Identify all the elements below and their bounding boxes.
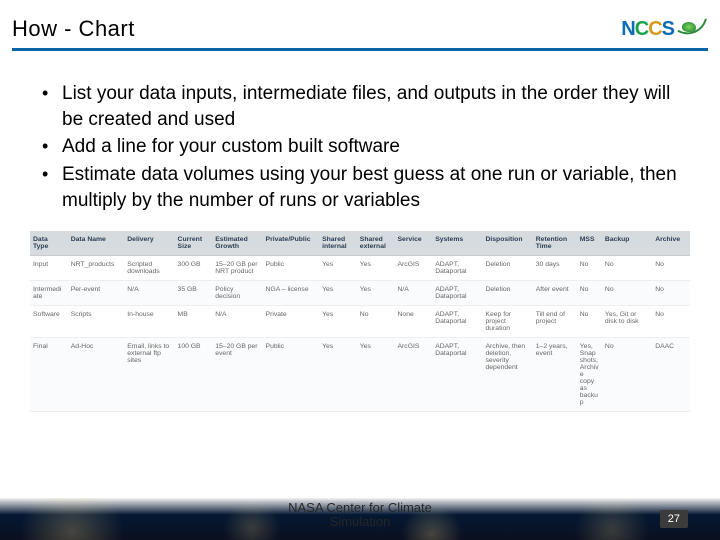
table-cell: No [577,306,602,338]
logo-globe-icon [678,16,708,42]
slide-footer: NASA Center for Climate Simulation 27 [0,498,720,540]
table-cell: N/A [124,281,174,306]
nccs-logo: NCCS [621,16,708,42]
table-cell: Intermediate [30,281,68,306]
col-header: Retention Time [533,231,577,256]
table-cell: Email, links to external ftp sites [124,338,174,412]
table-cell: Archive, then deletion, severity depende… [482,338,532,412]
table-cell: Yes, Git or disk to disk [602,306,652,338]
table-cell: Deletion [482,256,532,281]
table-cell: Public [263,338,320,412]
table-cell: ADAPT, Dataportal [432,306,482,338]
col-header: Delivery [124,231,174,256]
list-item: Estimate data volumes using your best gu… [36,162,684,213]
list-item: Add a line for your custom built softwar… [36,134,684,160]
table-row: FinalAd-HocEmail, links to external ftp … [30,338,690,412]
table-cell: 35 GB [175,281,213,306]
table-cell: No [602,338,652,412]
table-cell: Keep for project duration [482,306,532,338]
table-cell: Yes, Snapshots, Archive copy as backup [577,338,602,412]
table-cell: 300 GB [175,256,213,281]
footer-org: NASA Center for Climate Simulation [282,501,438,530]
table-cell: Deletion [482,281,532,306]
list-item: List your data inputs, intermediate file… [36,81,684,132]
table-cell: Final [30,338,68,412]
table-cell: N/A [212,306,262,338]
table-cell: No [577,256,602,281]
slide-header: How - Chart NCCS [0,0,720,48]
col-header: Service [395,231,433,256]
table-cell: 15–20 GB per event [212,338,262,412]
table-cell: N/A [395,281,433,306]
col-header: Shared internal [319,231,357,256]
data-table: Data Type Data Name Delivery Current Siz… [30,231,690,412]
table-cell: MB [175,306,213,338]
table-header-row: Data Type Data Name Delivery Current Siz… [30,231,690,256]
table-cell: NGA – license [263,281,320,306]
table-cell: Per-event [68,281,125,306]
logo-text: NCCS [621,18,674,41]
table-cell: ADAPT, Dataportal [432,256,482,281]
table-cell: Yes [357,256,395,281]
table-cell: ArcGIS [395,256,433,281]
table-cell: Till end of project [533,306,577,338]
table-cell: Scripts [68,306,125,338]
col-header: Private/Public [263,231,320,256]
table-cell: Public [263,256,320,281]
table-row: InputNRT_productsScripted downloads300 G… [30,256,690,281]
table-cell: No [652,281,690,306]
table-cell: Yes [319,281,357,306]
table-cell: DAAC [652,338,690,412]
table-cell: Yes [357,281,395,306]
table-cell: In-house [124,306,174,338]
table-cell: Yes [319,338,357,412]
table-cell: ArcGIS [395,338,433,412]
table-cell: 30 days [533,256,577,281]
slide: How - Chart NCCS List your data inputs, … [0,0,720,540]
table-cell: No [357,306,395,338]
col-header: MSS [577,231,602,256]
table-cell: No [602,256,652,281]
data-table-wrap: Data Type Data Name Delivery Current Siz… [0,223,720,416]
col-header: Disposition [482,231,532,256]
table-cell: Yes [319,256,357,281]
col-header: Backup [602,231,652,256]
table-cell: ADAPT, Dataportal [432,338,482,412]
table-cell: ADAPT, Dataportal [432,281,482,306]
table-cell: None [395,306,433,338]
table-row: IntermediatePer-eventN/A35 GBPolicy deci… [30,281,690,306]
table-cell: No [602,281,652,306]
bullet-list: List your data inputs, intermediate file… [0,51,720,223]
table-cell: 1–2 years, event [533,338,577,412]
col-header: Archive [652,231,690,256]
table-cell: Policy decision [212,281,262,306]
table-row: SoftwareScriptsIn-houseMBN/APrivateYesNo… [30,306,690,338]
table-cell: NRT_products [68,256,125,281]
table-cell: Scripted downloads [124,256,174,281]
col-header: Shared external [357,231,395,256]
col-header: Data Type [30,231,68,256]
table-cell: Ad-Hoc [68,338,125,412]
table-cell: Yes [319,306,357,338]
col-header: Estimated Growth [212,231,262,256]
table-cell: 15–20 GB per NRT product [212,256,262,281]
col-header: Data Name [68,231,125,256]
col-header: Current Size [175,231,213,256]
table-cell: After event [533,281,577,306]
col-header: Systems [432,231,482,256]
page-title: How - Chart [12,16,135,42]
table-cell: No [652,306,690,338]
table-cell: 100 GB [175,338,213,412]
page-number: 27 [660,510,688,528]
table-cell: Yes [357,338,395,412]
table-cell: Private [263,306,320,338]
table-cell: Software [30,306,68,338]
table-cell: No [652,256,690,281]
table-cell: Input [30,256,68,281]
table-cell: No [577,281,602,306]
